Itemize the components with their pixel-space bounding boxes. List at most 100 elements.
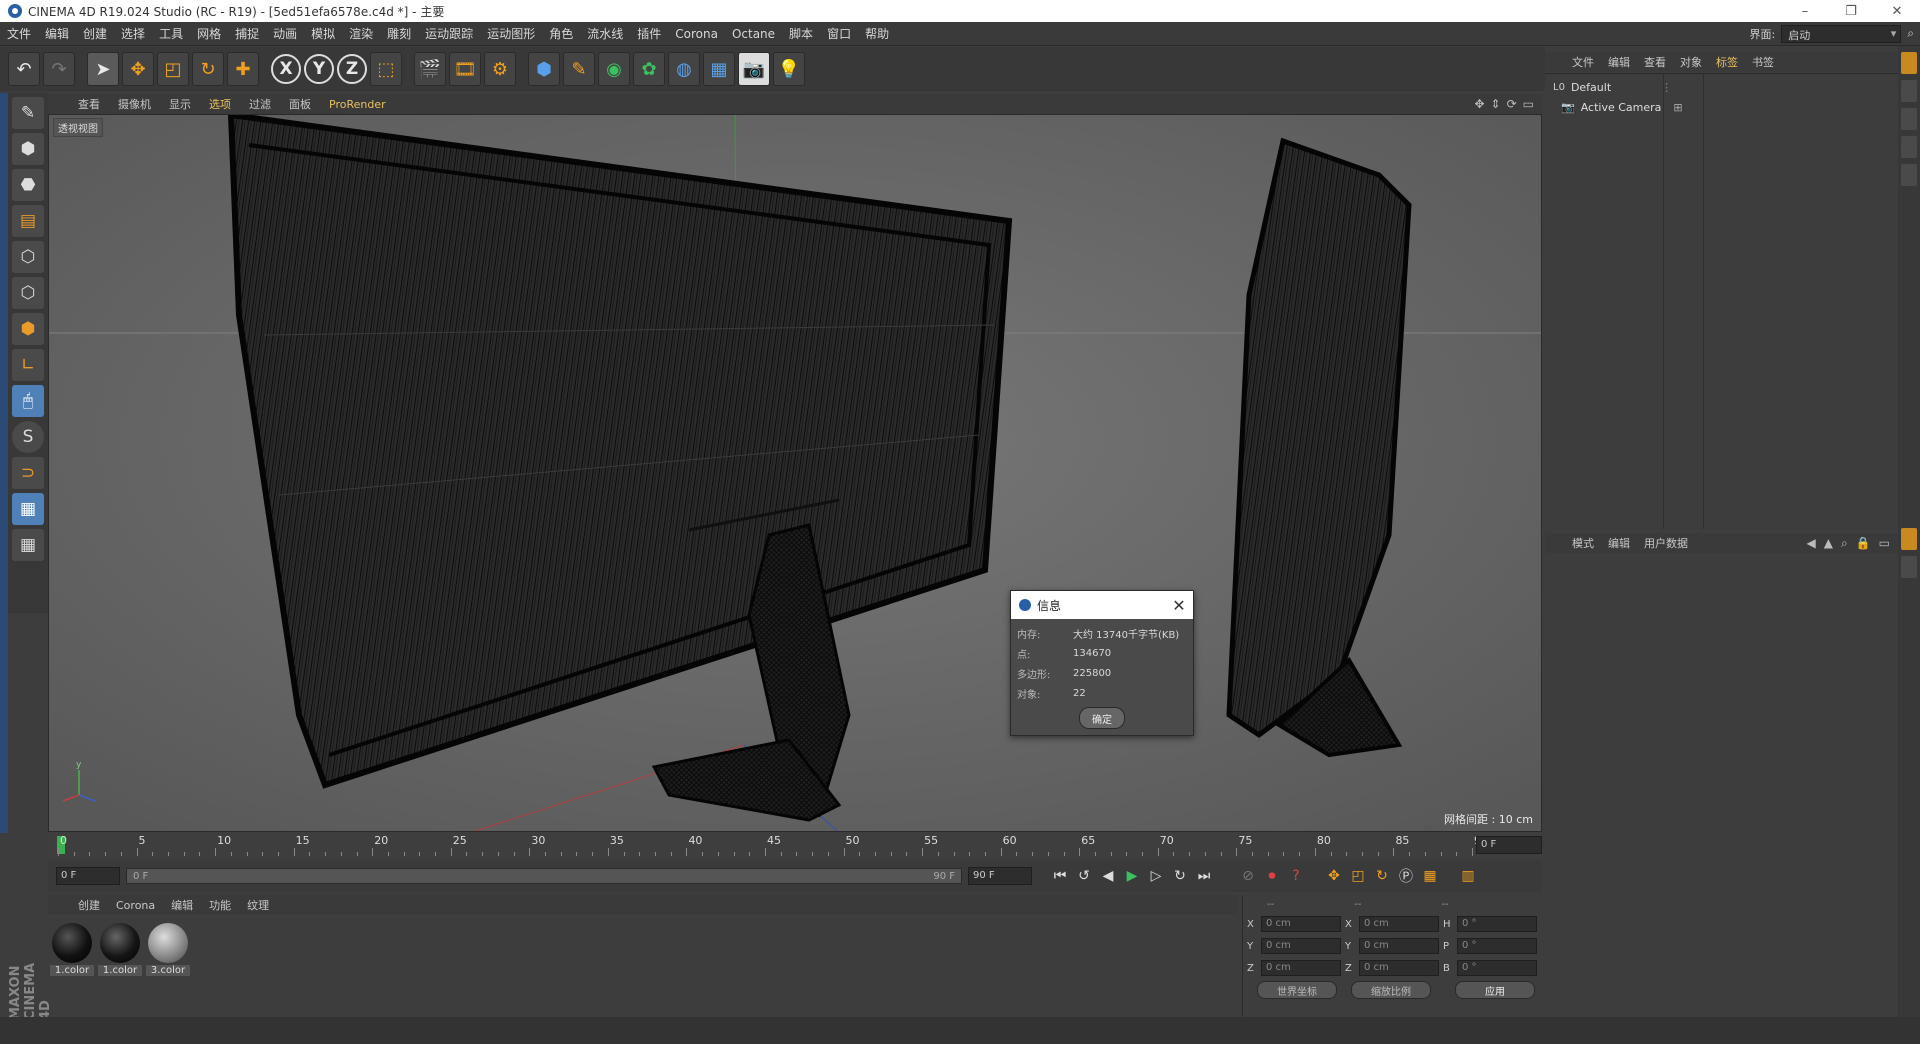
menu-item[interactable]: 创建	[76, 25, 114, 42]
record-keys-icon[interactable]: ⊘	[1236, 864, 1260, 888]
points-mode-icon[interactable]: ⬡	[12, 241, 44, 273]
menu-item[interactable]: 模拟	[304, 25, 342, 42]
edges-mode-icon[interactable]: ⬡	[12, 277, 44, 309]
attribute-menu-item[interactable]: 模式	[1565, 535, 1601, 551]
menu-item[interactable]: Corona	[668, 27, 725, 41]
menu-item[interactable]: 角色	[542, 25, 580, 42]
material-item[interactable]: 3.color	[146, 923, 190, 983]
object-menu-item[interactable]: 编辑	[1601, 54, 1637, 70]
material-menu-item[interactable]: 纹理	[239, 897, 277, 913]
key-parameter-icon[interactable]: Ⓟ	[1394, 864, 1418, 888]
material-menu-item[interactable]: 编辑	[163, 897, 201, 913]
search-icon[interactable]: ⌕	[1841, 536, 1848, 551]
move-tool-icon[interactable]: ✥	[122, 52, 154, 86]
menu-item[interactable]: 捕捉	[228, 25, 266, 42]
tweak-mode-icon[interactable]: 🖱	[12, 385, 44, 417]
coord-value-field[interactable]: 0 °	[1457, 960, 1537, 976]
material-item[interactable]: 1.color	[50, 923, 94, 983]
current-frame-field[interactable]: 0 F	[1476, 836, 1542, 854]
floor-environment-icon[interactable]: ▦	[703, 52, 735, 86]
objects-tab[interactable]	[1901, 52, 1917, 74]
render-view-icon[interactable]: 🎬	[414, 52, 446, 86]
go-to-end-icon[interactable]: ⏭	[1192, 864, 1216, 888]
lock-workplane-icon[interactable]: ▦	[12, 493, 44, 525]
viewport-menu-item[interactable]: 面板	[281, 96, 319, 112]
magnet-icon[interactable]: ⊃	[12, 457, 44, 489]
menu-item[interactable]: 帮助	[858, 25, 896, 42]
play-forward-icon[interactable]: ▶	[1120, 864, 1144, 888]
coord-value-field[interactable]: 0 cm	[1261, 960, 1341, 976]
structure-tab[interactable]	[1901, 136, 1917, 158]
y-axis-lock-icon[interactable]: Y	[304, 54, 334, 84]
add-tool-icon[interactable]: ✚	[227, 52, 259, 86]
viewport-nav-icons[interactable]: ✥ ⇕ ⟳ ▭	[1474, 97, 1542, 111]
timeline-ruler[interactable]: 051015202530354045505560657075808590	[48, 832, 1542, 858]
coord-value-field[interactable]: 0 cm	[1359, 916, 1439, 932]
mograph-cloner-icon[interactable]: ✿	[633, 52, 665, 86]
menu-item[interactable]: 文件	[0, 25, 38, 42]
material-menu-item[interactable]: 创建	[70, 897, 108, 913]
viewport-menu-item[interactable]: 选项	[201, 96, 239, 112]
viewport-menu-item[interactable]: ProRender	[321, 98, 394, 111]
apply-button[interactable]: 应用	[1455, 981, 1535, 999]
key-pla-icon[interactable]: ▦	[1418, 864, 1442, 888]
material-menu-item[interactable]: 功能	[201, 897, 239, 913]
pen-spline-icon[interactable]: ✎	[563, 52, 595, 86]
attribute-menu-item[interactable]: 用户数据	[1637, 535, 1695, 551]
coordinate-system-icon[interactable]: ⬚	[370, 52, 402, 86]
close-icon[interactable]: ✕	[1165, 596, 1193, 615]
size-mode-dropdown[interactable]: 缩放比例	[1351, 981, 1431, 999]
key-position-icon[interactable]: ✥	[1322, 864, 1346, 888]
redo-button[interactable]: ↷	[43, 52, 75, 86]
coord-value-field[interactable]: 0 °	[1457, 916, 1537, 932]
axis-mode-icon[interactable]: ∟	[12, 349, 44, 381]
object-menu-item[interactable]: 对象	[1673, 54, 1709, 70]
pan-icon[interactable]: ✥	[1474, 97, 1484, 111]
menu-item[interactable]: 流水线	[580, 25, 630, 42]
attributes-tab[interactable]	[1901, 528, 1917, 550]
layers-tab[interactable]	[1901, 164, 1917, 186]
restore-button[interactable]: ❐	[1828, 4, 1874, 19]
x-axis-lock-icon[interactable]: X	[271, 54, 301, 84]
menu-item[interactable]: 窗口	[820, 25, 858, 42]
menu-item[interactable]: 动画	[266, 25, 304, 42]
scale-tool-icon[interactable]: ◰	[157, 52, 189, 86]
up-arrow-icon[interactable]: ▲	[1824, 536, 1833, 551]
key-rotation-icon[interactable]: ↻	[1370, 864, 1394, 888]
menu-item[interactable]: 运动图形	[480, 25, 542, 42]
next-key-icon[interactable]: ↻	[1168, 864, 1192, 888]
start-frame-field[interactable]: 0 F	[56, 867, 120, 885]
takes-tab[interactable]	[1901, 80, 1917, 102]
render-settings-icon[interactable]: ⚙	[484, 52, 516, 86]
z-axis-lock-icon[interactable]: Z	[337, 54, 367, 84]
planar-workplane-icon[interactable]: ▦	[12, 529, 44, 561]
coord-value-field[interactable]: 0 cm	[1359, 938, 1439, 954]
snap-icon[interactable]: S	[12, 421, 44, 453]
object-row[interactable]: 📷 Active Camera ⊞	[1561, 98, 1683, 116]
ok-button[interactable]: 确定	[1079, 707, 1125, 729]
keyframe-selection-icon[interactable]: ?	[1284, 864, 1308, 888]
previous-key-icon[interactable]: ↺	[1072, 864, 1096, 888]
menu-item[interactable]: 工具	[152, 25, 190, 42]
zoom-icon[interactable]: ⇕	[1491, 97, 1501, 111]
next-frame-icon[interactable]: ▷	[1144, 864, 1168, 888]
visibility-dots-icon[interactable]: ⋮	[1661, 81, 1672, 94]
maximize-view-icon[interactable]: ▭	[1523, 97, 1534, 111]
make-editable-icon[interactable]: ✎	[12, 97, 44, 129]
content-browser-tab[interactable]	[1901, 108, 1917, 130]
object-menu-item[interactable]: 查看	[1637, 54, 1673, 70]
render-picture-viewer-icon[interactable]: 🎞	[449, 52, 481, 86]
menu-item[interactable]: 编辑	[38, 25, 76, 42]
menu-item[interactable]: Octane	[725, 27, 782, 41]
menu-item[interactable]: 网格	[190, 25, 228, 42]
material-item[interactable]: 1.color	[98, 923, 142, 983]
polygons-mode-icon[interactable]: ⬢	[12, 313, 44, 345]
object-menu-item[interactable]: 文件	[1565, 54, 1601, 70]
camera-icon[interactable]: 📷	[738, 52, 770, 86]
previous-frame-icon[interactable]: ◀	[1096, 864, 1120, 888]
undo-button[interactable]: ↶	[8, 52, 40, 86]
new-panel-icon[interactable]: ▭	[1879, 536, 1890, 551]
cube-primitive-icon[interactable]: ⬢	[528, 52, 560, 86]
frame-range-slider[interactable]: 0 F 90 F	[126, 868, 962, 884]
viewport-menu-item[interactable]: 显示	[161, 96, 199, 112]
